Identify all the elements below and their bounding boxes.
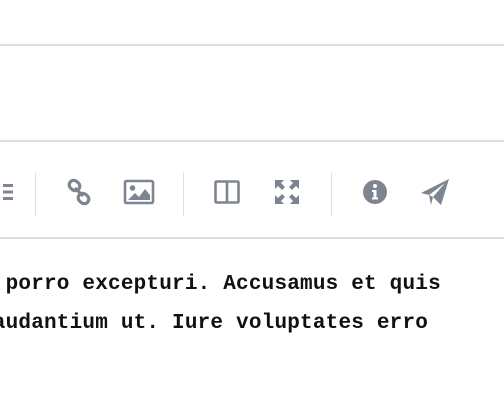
- info-icon[interactable]: [357, 174, 393, 210]
- toolbar-separator: [183, 172, 184, 216]
- editor-text-line: t porro excepturi. Accusamus et quis: [0, 273, 441, 296]
- editor-content[interactable]: t porro excepturi. Accusamus et quis lau…: [0, 239, 504, 412]
- fullscreen-icon[interactable]: [269, 174, 305, 210]
- side-by-side-icon[interactable]: [209, 174, 245, 210]
- toolbar-separator: [331, 172, 332, 216]
- editor-text-line: laudantium ut. Iure voluptates erro: [0, 312, 429, 335]
- send-icon[interactable]: [417, 174, 453, 210]
- toolbar-separator: [35, 172, 36, 216]
- list-icon[interactable]: [0, 174, 22, 210]
- link-icon[interactable]: [61, 174, 97, 210]
- title-area[interactable]: [0, 46, 504, 140]
- image-icon[interactable]: [121, 174, 157, 210]
